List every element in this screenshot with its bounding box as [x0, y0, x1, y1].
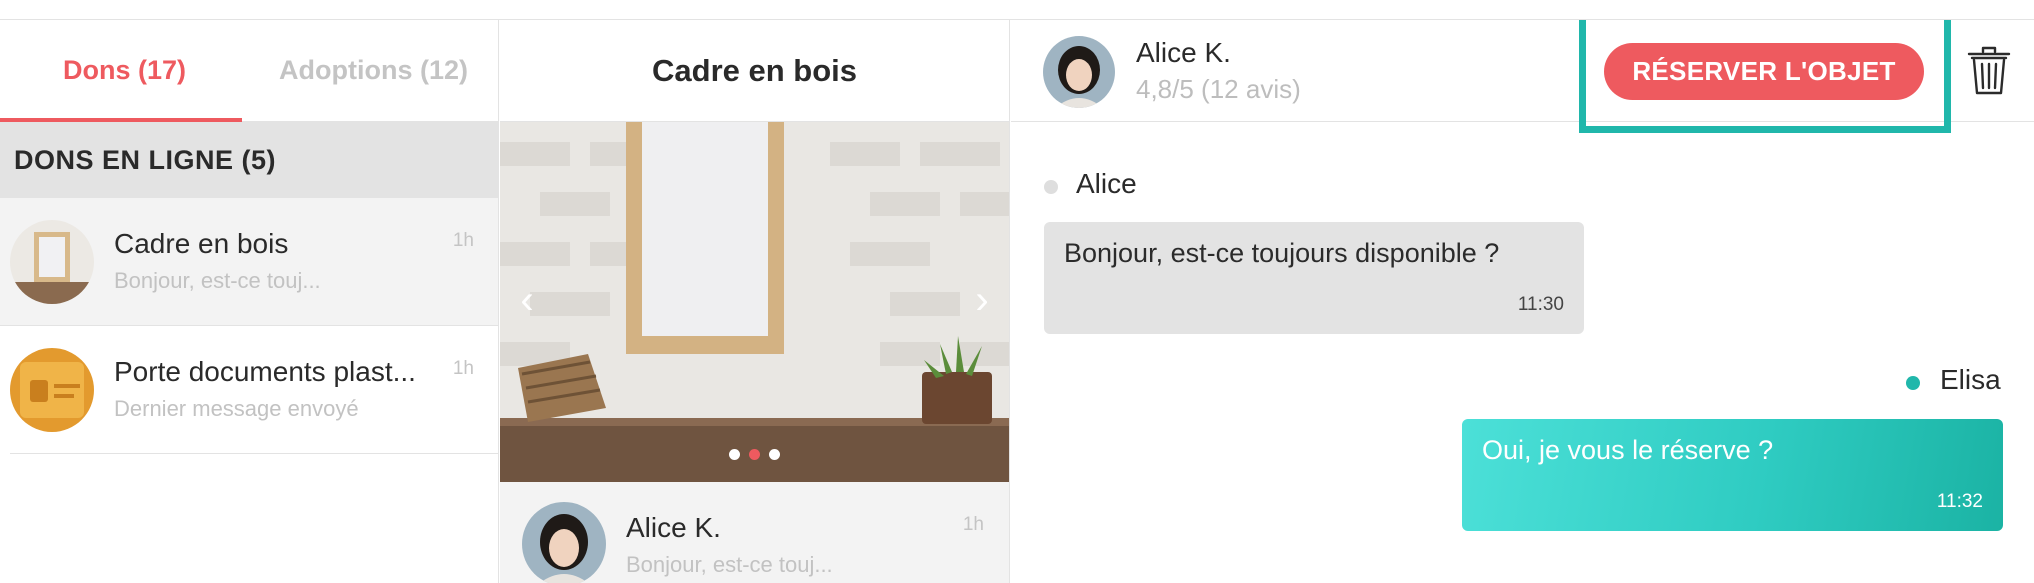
message-text: Oui, je vous le réserve ?	[1482, 435, 1774, 465]
message-bubble-incoming: Bonjour, est-ce toujours disponible ? 11…	[1044, 222, 1584, 334]
conversation-title: Porte documents plast...	[114, 356, 416, 387]
avatar[interactable]	[1043, 36, 1115, 108]
chat-panel: Alice K. 4,8/5 (12 avis) RÉSERVER L'OBJE…	[1011, 20, 2034, 583]
conversation-time: 1h	[962, 514, 984, 535]
chat-contact-rating: 4,8/5 (12 avis)	[1136, 74, 1301, 104]
conversation-time: 1h	[452, 358, 474, 379]
gallery-pagination	[500, 449, 1009, 460]
wooden-frame-thumbnail	[10, 220, 94, 304]
message-time: 11:32	[1936, 491, 1983, 512]
conversation-item-porte-documents[interactable]: Porte documents plast... Dernier message…	[10, 326, 498, 454]
gallery-dot[interactable]	[729, 449, 740, 460]
sender-name: Elisa	[1940, 364, 2001, 395]
message-time: 11:30	[1517, 294, 1564, 315]
sender-status-dot	[1906, 376, 1920, 390]
conversation-time: 1h	[452, 230, 474, 251]
conversation-title: Cadre en bois	[114, 228, 289, 259]
item-title: Cadre en bois	[500, 20, 1009, 122]
tab-adoptions[interactable]: Adoptions (12)	[249, 20, 498, 121]
document-holder-thumbnail	[10, 348, 94, 432]
conversation-name: Alice K.	[626, 512, 721, 543]
chevron-right-icon[interactable]: ›	[967, 280, 997, 320]
message-text: Bonjour, est-ce toujours disponible ?	[1064, 238, 1500, 268]
sender-status-dot	[1044, 180, 1058, 194]
conversation-preview: Bonjour, est-ce touj...	[114, 268, 321, 293]
section-header: DONS EN LIGNE (5)	[0, 122, 498, 198]
avatar	[522, 502, 606, 583]
top-bar	[0, 0, 2034, 20]
reserve-item-button[interactable]: RÉSERVER L'OBJET	[1604, 43, 1924, 100]
tab-bar: Dons (17) Adoptions (12)	[0, 20, 498, 122]
photo-gallery[interactable]: ‹ ›	[500, 122, 1009, 482]
item-panel: Cadre en bois ‹ › Alice K. Bonjour, est-…	[500, 20, 1010, 583]
conversation-preview: Bonjour, est-ce touj...	[626, 552, 833, 577]
tab-dons[interactable]: Dons (17)	[0, 20, 249, 121]
chat-header: Alice K. 4,8/5 (12 avis) RÉSERVER L'OBJE…	[1011, 20, 2034, 133]
message-bubble-outgoing: Oui, je vous le réserve ? 11:32	[1462, 419, 2003, 531]
chat-contact-name: Alice K.	[1136, 37, 1231, 68]
wooden-frame-photo	[500, 122, 1009, 482]
sender-name: Alice	[1076, 168, 1137, 199]
chevron-left-icon[interactable]: ‹	[512, 280, 542, 320]
gallery-dot[interactable]	[769, 449, 780, 460]
item-conversation-row[interactable]: Alice K. Bonjour, est-ce touj... 1h	[500, 482, 1009, 583]
trash-icon[interactable]	[1966, 46, 2012, 96]
message-list: Alice Bonjour, est-ce toujours disponibl…	[1011, 122, 2034, 583]
gallery-dot-active[interactable]	[749, 449, 760, 460]
conversation-preview: Dernier message envoyé	[114, 396, 359, 421]
conversation-item-cadre[interactable]: Cadre en bois Bonjour, est-ce touj... 1h	[0, 198, 498, 326]
conversations-panel: Dons (17) Adoptions (12) DONS EN LIGNE (…	[0, 20, 499, 583]
active-tab-indicator	[0, 118, 242, 122]
